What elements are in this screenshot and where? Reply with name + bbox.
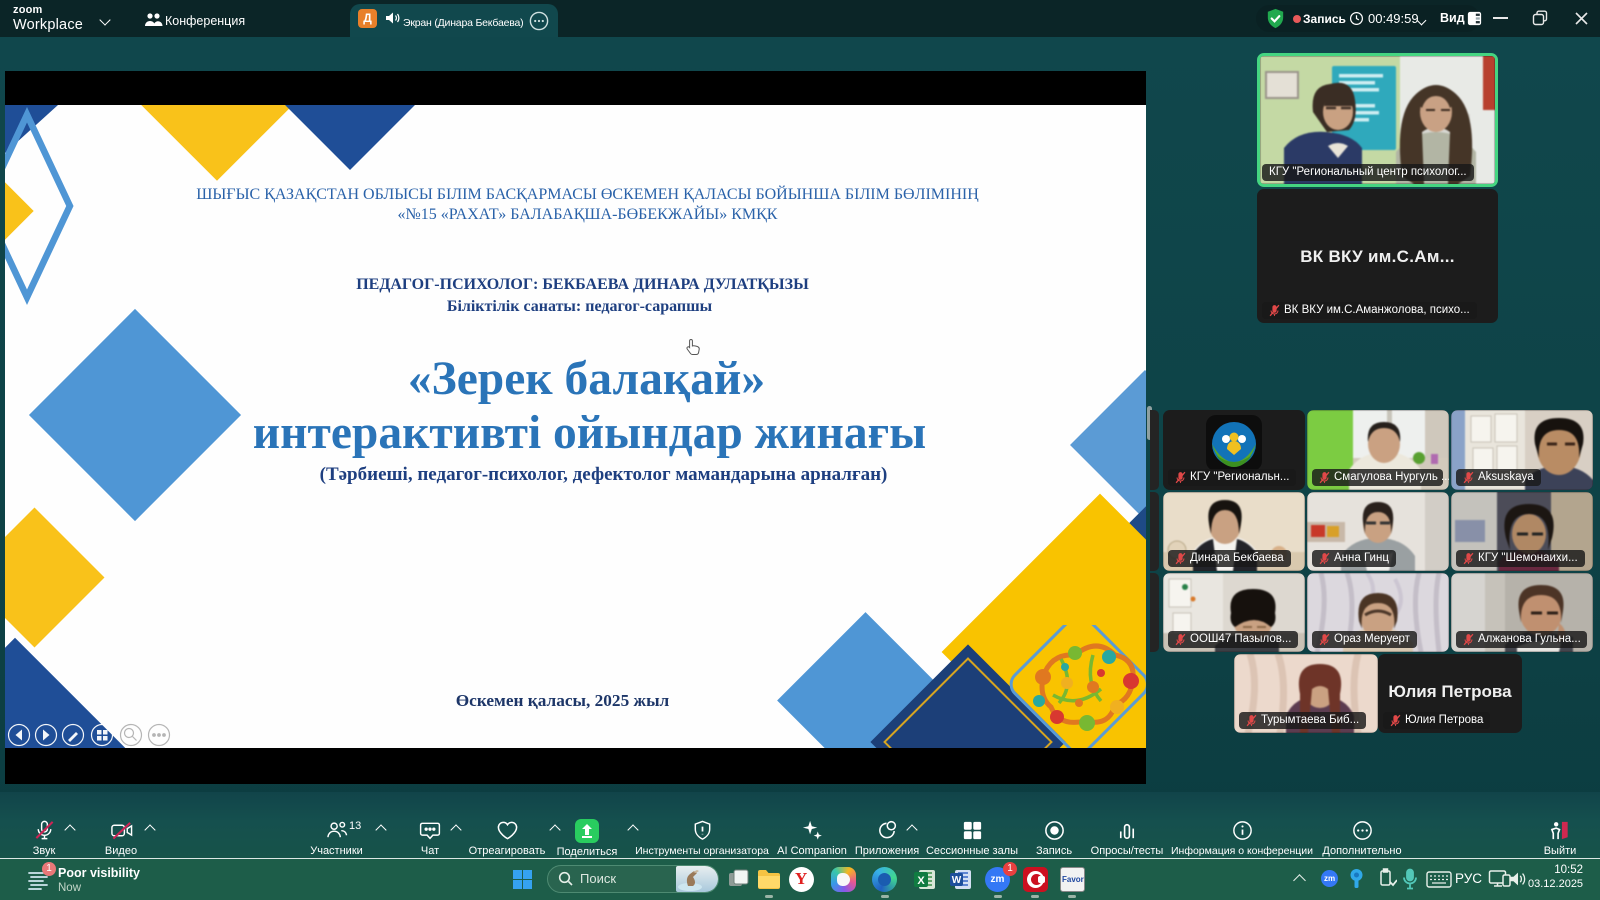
- svg-text:X: X: [917, 875, 925, 887]
- svg-text:W: W: [952, 875, 962, 886]
